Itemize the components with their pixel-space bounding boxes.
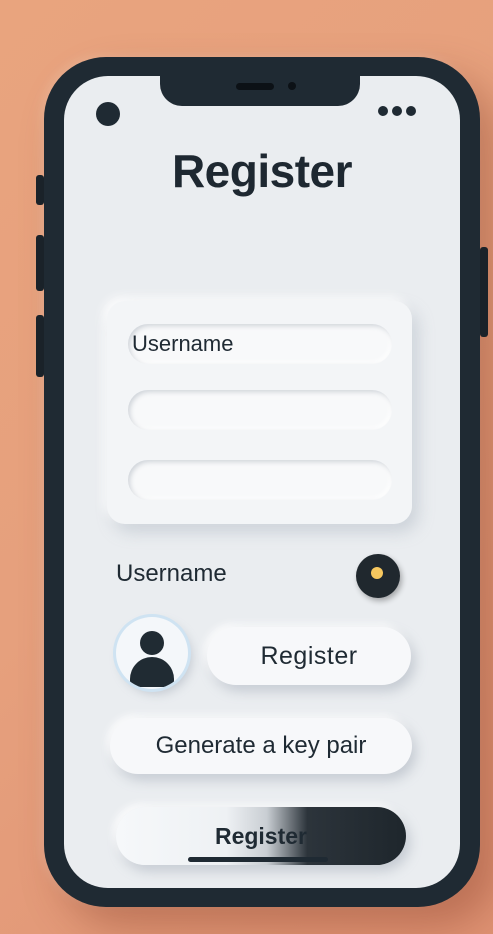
side-button-volume-down xyxy=(36,315,44,377)
confirm-password-input[interactable] xyxy=(128,460,392,500)
side-button-power xyxy=(480,247,488,337)
page-title: Register xyxy=(171,145,353,197)
user-avatar-icon[interactable] xyxy=(116,617,188,689)
side-button-volume-up xyxy=(36,235,44,291)
phone-screen: Register Username Username Register Gene… xyxy=(64,76,460,888)
avatar-head xyxy=(140,631,164,655)
notch xyxy=(160,76,360,106)
more-options-icon[interactable] xyxy=(378,106,416,116)
more-dot xyxy=(406,106,416,116)
side-button-silent xyxy=(36,175,44,205)
avatar-body xyxy=(130,657,174,687)
front-camera-icon xyxy=(288,82,296,90)
home-indicator[interactable] xyxy=(188,857,328,862)
username-label: Username xyxy=(116,560,227,587)
phone-frame: Register Username Username Register Gene… xyxy=(36,57,488,907)
username-input[interactable]: Username xyxy=(128,324,392,364)
more-dot xyxy=(378,106,388,116)
registration-form-card: Username xyxy=(107,301,412,524)
generate-key-pair-button[interactable]: Generate a key pair xyxy=(110,718,412,774)
password-input[interactable] xyxy=(128,390,392,430)
toggle-knob-icon[interactable] xyxy=(356,554,400,598)
speaker-grille xyxy=(236,83,274,90)
more-dot xyxy=(392,106,402,116)
status-dot-icon xyxy=(96,102,120,126)
register-button[interactable]: Register xyxy=(207,627,411,685)
